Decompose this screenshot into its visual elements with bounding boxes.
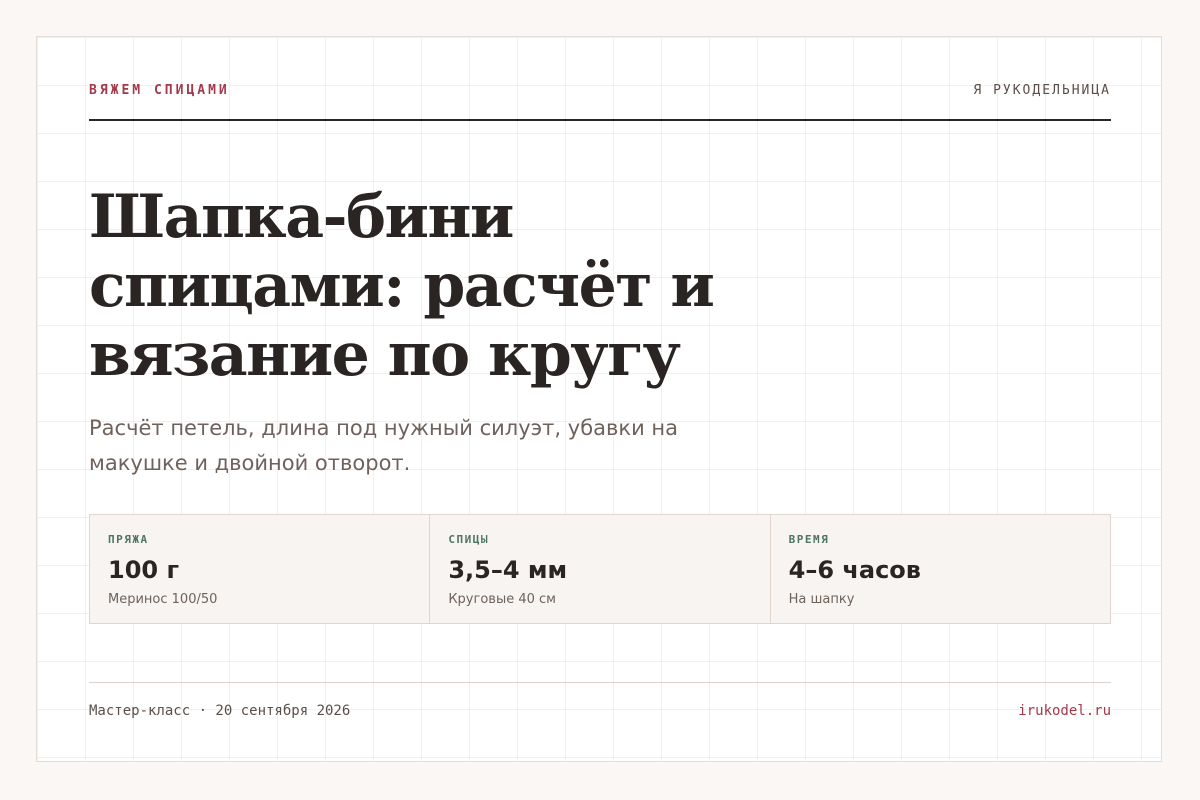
stat-label: ВРЕМЯ — [788, 533, 830, 546]
stat-label: ПРЯЖА — [108, 533, 149, 546]
stat-time: ВРЕМЯ 4–6 часов На шапку — [769, 515, 1110, 623]
page-subtitle: Расчёт петель, длина под нужный силуэт, … — [89, 416, 678, 475]
stat-note: Меринос 100/50 — [108, 592, 218, 607]
stat-note: Круговые 40 см — [448, 592, 556, 607]
stat-note: На шапку — [788, 592, 855, 607]
cover-card: ВЯЖЕМ СПИЦАМИ Я РУКОДЕЛЬНИЦА Шапка-бини … — [36, 36, 1162, 762]
stat-yarn: ПРЯЖА 100 г Меринос 100/50 — [90, 515, 429, 623]
stat-value: 4–6 часов — [788, 556, 921, 584]
stat-label: СПИЦЫ — [448, 533, 489, 546]
footer: Мастер-класс · 20 сентября 2026 irukodel… — [89, 682, 1111, 723]
section-kicker: ВЯЖЕМ СПИЦАМИ — [89, 83, 230, 98]
stat-needles: СПИЦЫ 3,5–4 мм Круговые 40 см — [429, 515, 769, 623]
site-link[interactable]: irukodel.ru — [1018, 703, 1111, 719]
footer-date: Мастер-класс · 20 сентября 2026 — [89, 703, 351, 719]
stat-value: 3,5–4 мм — [448, 556, 568, 584]
top-bar: ВЯЖЕМ СПИЦАМИ Я РУКОДЕЛЬНИЦА — [89, 83, 1111, 121]
stat-value: 100 г — [108, 556, 179, 584]
stats-panel: ПРЯЖА 100 г Меринос 100/50 СПИЦЫ 3,5–4 м… — [89, 514, 1111, 624]
brand-name: Я РУКОДЕЛЬНИЦА — [973, 83, 1111, 98]
page-title: Шапка-бини спицами: расчёт и вязание по … — [89, 182, 715, 390]
